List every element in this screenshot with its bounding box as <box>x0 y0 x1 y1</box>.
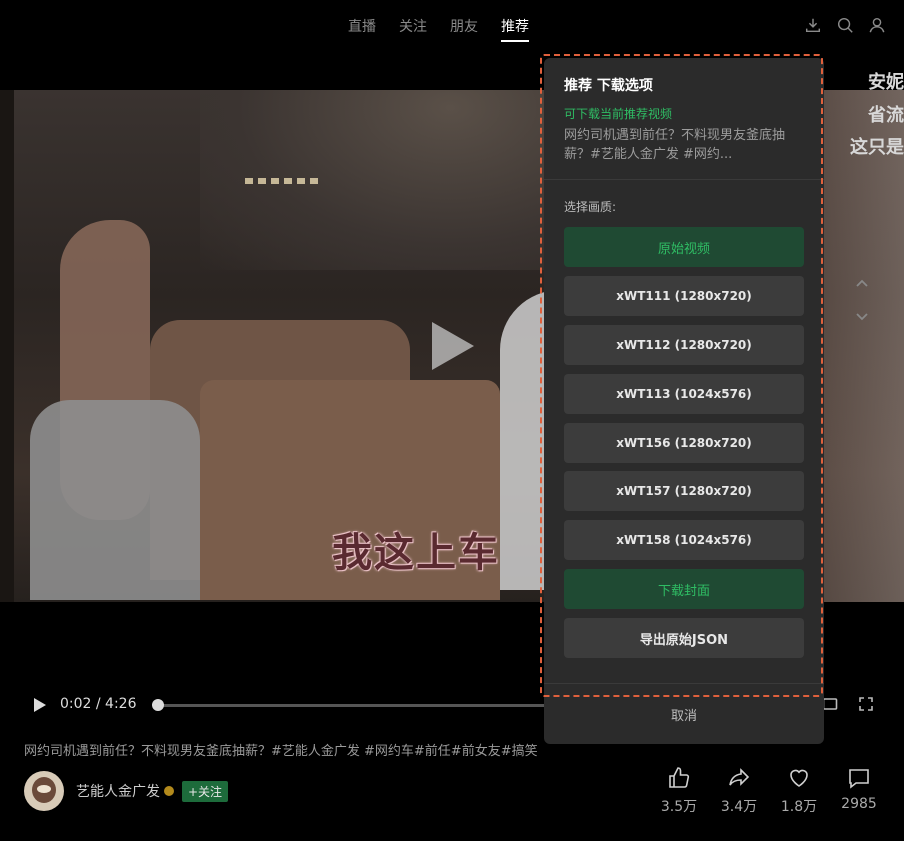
comment-button[interactable]: 2985 <box>841 766 877 816</box>
side-caption-3: 这只是 <box>850 137 904 158</box>
download-panel: 推荐 下载选项 可下载当前推荐视频 网约司机遇到前任？不料现男友釜底抽薪？#艺能… <box>544 58 824 744</box>
fullscreen-icon[interactable] <box>858 696 874 716</box>
share-icon <box>729 768 750 786</box>
feed-nav <box>842 268 882 342</box>
panel-title: 推荐 下载选项 <box>564 78 653 94</box>
video-letterbox <box>0 90 14 602</box>
share-count: 3.4万 <box>720 799 758 815</box>
video-description: 网约司机遇到前任？不料现男友釜底抽薪？#艺能人金广发 #网约车#前任#前女友#搞… <box>24 744 538 759</box>
comment-count: 2985 <box>841 796 877 812</box>
chevron-down-icon[interactable] <box>842 308 882 324</box>
heart-icon <box>790 769 808 787</box>
export-json-button[interactable]: 导出原始JSON <box>564 618 804 658</box>
top-icons <box>804 16 886 38</box>
follow-button[interactable]: +关注 <box>182 780 229 802</box>
action-bar: 3.5万 3.4万 1.8万 2985 <box>661 766 877 816</box>
panel-hint: 可下载当前推荐视频 <box>564 107 673 121</box>
quality-option[interactable]: xWT157 (1280x720) <box>564 471 804 511</box>
user-icon[interactable] <box>868 16 886 38</box>
side-caption-1: 安妮 <box>868 72 904 93</box>
panel-video-title: 网约司机遇到前任？不料现男友釜底抽薪？#艺能人金广发 #网约... <box>564 128 786 162</box>
nav-tabs: 直播 关注 朋友 推荐 <box>348 16 529 42</box>
author-name[interactable]: 艺能人金广发 <box>76 781 160 801</box>
side-caption-2: 省流 <box>868 105 904 126</box>
quality-option[interactable]: xWT112 (1280x720) <box>564 325 804 365</box>
tab-live[interactable]: 直播 <box>348 16 376 42</box>
quality-option[interactable]: xWT113 (1024x576) <box>564 374 804 414</box>
quality-option[interactable]: xWT158 (1024x576) <box>564 520 804 560</box>
divider <box>544 683 824 684</box>
play-icon[interactable] <box>34 698 46 712</box>
favorite-count: 1.8万 <box>780 799 818 815</box>
tab-friends[interactable]: 朋友 <box>450 16 478 42</box>
like-count: 3.5万 <box>660 799 698 815</box>
thumbs-up-icon <box>669 767 690 788</box>
chevron-up-icon[interactable] <box>842 276 882 292</box>
play-overlay-icon[interactable] <box>432 322 474 370</box>
progress-bar[interactable] <box>158 704 548 707</box>
quality-option[interactable]: xWT156 (1280x720) <box>564 423 804 463</box>
cancel-button[interactable]: 取消 <box>544 705 824 724</box>
share-button[interactable]: 3.4万 <box>721 766 757 816</box>
tab-following[interactable]: 关注 <box>399 16 427 42</box>
playback-time: 0:02 / 4:26 <box>60 696 137 712</box>
top-nav: 直播 关注 朋友 推荐 <box>0 0 904 52</box>
download-icon[interactable] <box>804 16 822 38</box>
divider <box>544 179 824 180</box>
comment-icon <box>849 769 869 789</box>
quality-option[interactable]: xWT111 (1280x720) <box>564 276 804 316</box>
avatar[interactable] <box>24 771 64 811</box>
search-icon[interactable] <box>836 16 854 38</box>
video-right-edge <box>824 90 904 602</box>
video-subtitle: 我这上车 <box>332 529 500 576</box>
download-cover-button[interactable]: 下载封面 <box>564 569 804 609</box>
pip-icon[interactable] <box>822 696 838 716</box>
like-button[interactable]: 3.5万 <box>661 766 697 816</box>
tab-recommend[interactable]: 推荐 <box>501 16 529 42</box>
progress-handle[interactable] <box>152 699 164 711</box>
favorite-button[interactable]: 1.8万 <box>781 766 817 816</box>
video-lights <box>245 178 320 184</box>
verified-badge-icon <box>164 786 174 796</box>
original-video-button[interactable]: 原始视频 <box>564 227 804 267</box>
author-row: 艺能人金广发 +关注 <box>24 771 229 811</box>
video-shirt <box>30 400 200 600</box>
quality-label: 选择画质: <box>564 200 617 214</box>
